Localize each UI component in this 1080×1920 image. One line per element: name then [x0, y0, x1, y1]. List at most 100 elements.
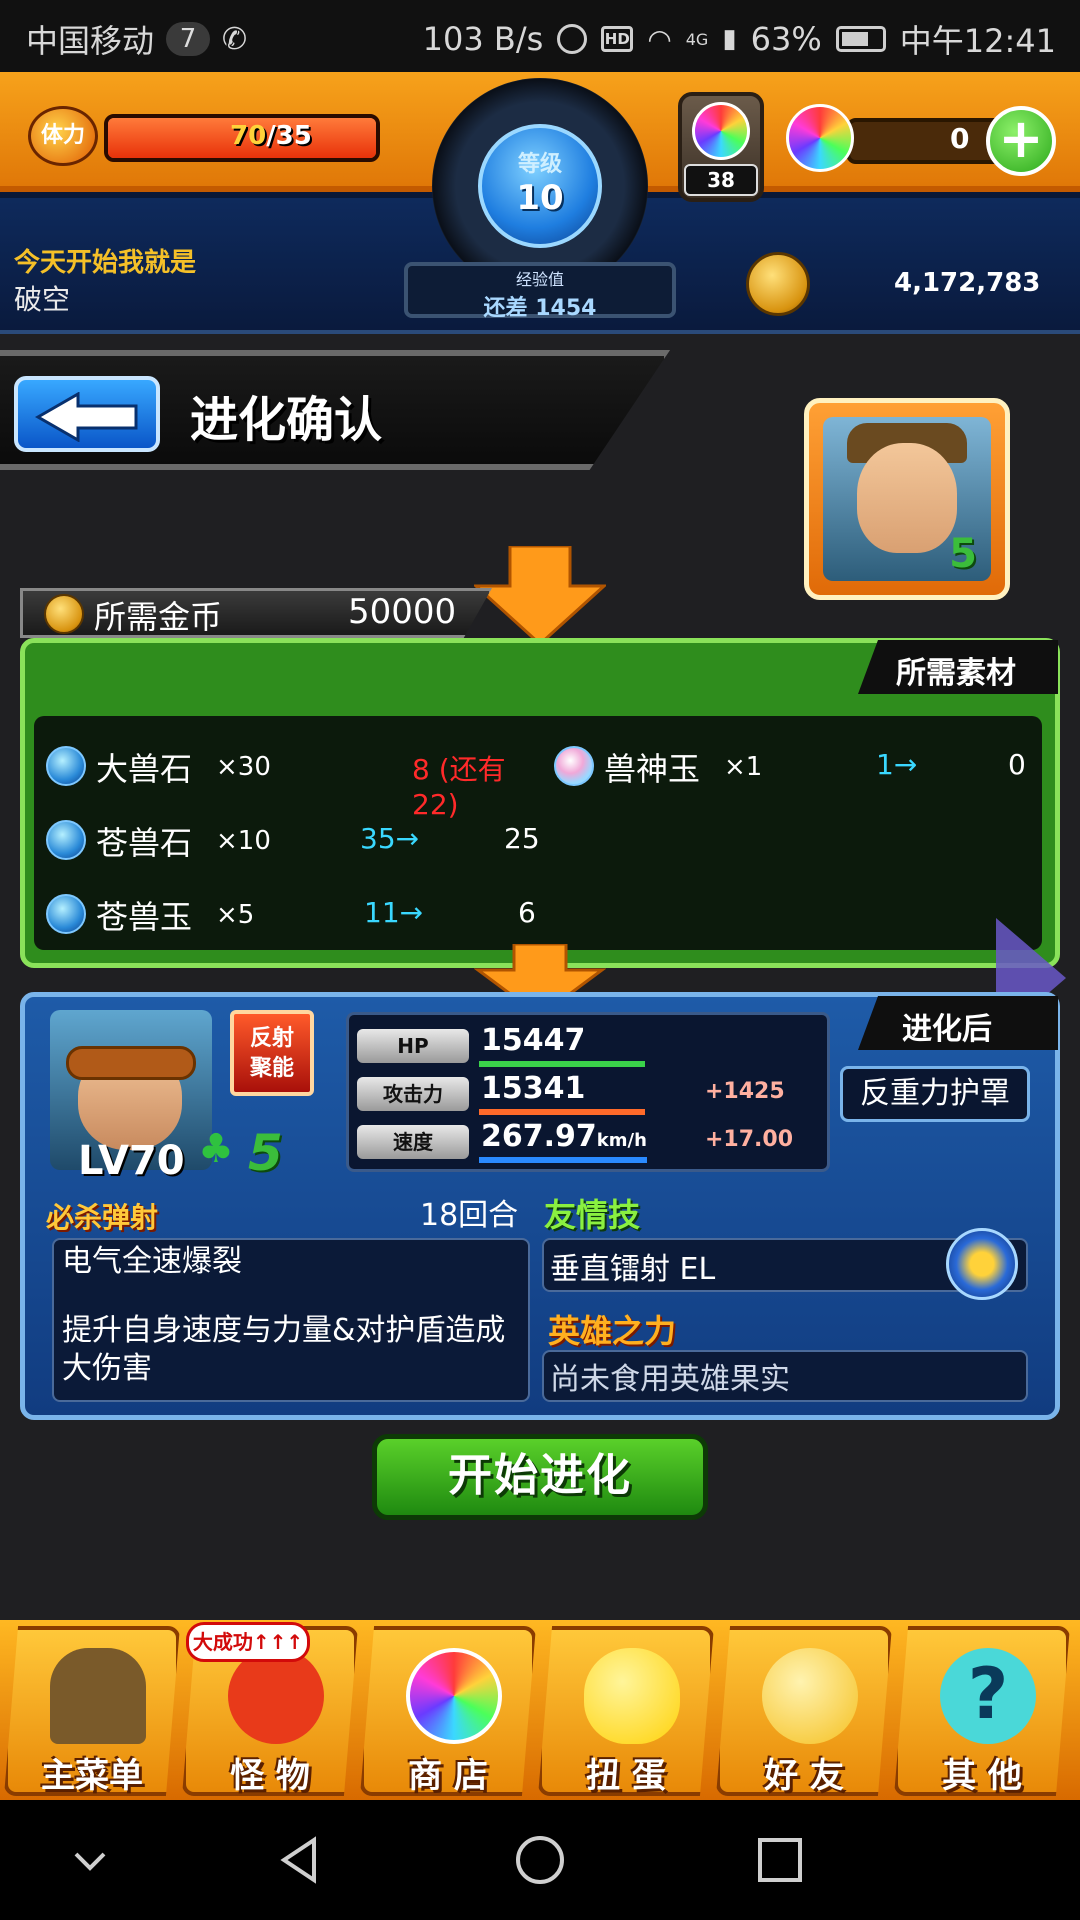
- stat-bonus: +17.00: [705, 1127, 794, 1152]
- clover-icon: ♣: [198, 1126, 234, 1172]
- gate-icon: [50, 1648, 146, 1744]
- battery-percent: 63%: [750, 20, 822, 58]
- back-arrow-icon: [34, 391, 138, 443]
- material-row[interactable]: 苍兽玉 ×5 11→ 6: [46, 882, 546, 942]
- back-triangle-icon[interactable]: [270, 1830, 330, 1890]
- coin-icon: [44, 594, 84, 634]
- material-mult: ×30: [216, 752, 271, 782]
- nav-friends[interactable]: 好 友: [716, 1626, 892, 1796]
- material-mult: ×5: [216, 900, 255, 930]
- stat-label: HP: [357, 1029, 469, 1063]
- monster-goggles: [66, 1046, 196, 1080]
- hero-power-title: 英雄之力: [548, 1312, 677, 1350]
- player-name: 破空: [14, 283, 71, 316]
- ability-line1: 反射: [249, 1026, 294, 1051]
- blue-stone-icon: [46, 820, 86, 860]
- material-mult: ×1: [724, 752, 763, 782]
- ability-name[interactable]: 反重力护罩: [840, 1066, 1030, 1122]
- material-have: 35→: [360, 822, 420, 855]
- ability-line2: 聚能: [249, 1056, 294, 1081]
- nav-other[interactable]: ? 其 他: [894, 1626, 1070, 1796]
- level-label: 等级: [517, 152, 562, 177]
- current-monster-portrait[interactable]: 5: [804, 398, 1010, 600]
- nav-gacha[interactable]: 扭 蛋: [538, 1626, 714, 1796]
- material-row[interactable]: 大兽石 ×30 8 (还有22): [46, 734, 546, 821]
- coin-amount: 4,172,783: [894, 268, 1041, 298]
- material-mult: ×10: [216, 826, 271, 856]
- stat-unit: km/h: [596, 1130, 647, 1151]
- question-icon: ?: [940, 1648, 1036, 1744]
- blue-orb-icon: [46, 894, 86, 934]
- portrait-stars: 5: [949, 531, 977, 577]
- materials-tag: 所需素材: [858, 640, 1058, 694]
- stamina-current: 70: [230, 121, 267, 151]
- nav-shop[interactable]: 商 店: [360, 1626, 536, 1796]
- add-orb-button[interactable]: +: [986, 106, 1056, 176]
- level-badge[interactable]: 等级 10: [478, 124, 602, 248]
- alarm-icon: [557, 24, 588, 54]
- status-left: 中国移动 7 ✆: [26, 16, 247, 62]
- nav-main-menu[interactable]: 主菜单: [4, 1626, 180, 1796]
- beast-stone-icon: [46, 746, 86, 786]
- god-orb-icon: [554, 746, 594, 786]
- required-coins-value: 50000: [348, 592, 457, 632]
- strike-shot-name: 电气全速爆裂: [62, 1244, 242, 1279]
- nav-label: 主菜单: [41, 1756, 143, 1796]
- status-bar: 中国移动 7 ✆ 103 B/s HD ◠ 4G ▮ 63% 中午12:41: [0, 0, 1080, 72]
- material-row[interactable]: 兽神玉 ×1 1→ 0: [554, 734, 1034, 794]
- stat-label: 攻击力: [357, 1077, 469, 1111]
- nav-label: 其 他: [942, 1756, 1022, 1796]
- down-arrow-icon: [474, 546, 606, 646]
- stamina-max: /35: [266, 121, 312, 151]
- recents-square-icon[interactable]: [750, 1830, 810, 1890]
- start-evolution-button[interactable]: 开始进化: [372, 1434, 708, 1520]
- stat-bar: [479, 1157, 647, 1163]
- strike-shot-turns: 18回合: [420, 1198, 519, 1233]
- orb-count: 0: [950, 122, 970, 155]
- gem-count: 38: [684, 164, 758, 196]
- player-title: 今天开始我就是: [14, 248, 197, 278]
- level-value: 10: [516, 178, 564, 218]
- nav-label: 商 店: [408, 1756, 488, 1796]
- system-nav-bar: [0, 1800, 1080, 1920]
- portrait-face: [857, 443, 957, 553]
- signal-icon: ▮: [722, 24, 737, 54]
- exp-box: 经验值 还差 1454: [404, 262, 676, 321]
- friendship-combo-title: 友情技: [544, 1196, 641, 1234]
- stat-value: 15341: [481, 1071, 586, 1106]
- monster-level: LV70: [78, 1138, 185, 1184]
- nav-label: 好 友: [764, 1756, 844, 1796]
- material-row[interactable]: 苍兽石 ×10 35→ 25: [46, 808, 546, 868]
- ability-badge[interactable]: 反射 聚能: [230, 1010, 314, 1096]
- required-coins-label: 所需金币: [94, 598, 223, 636]
- battery-icon: [835, 26, 886, 52]
- stat-row-speed: 速度 267.97km/h +17.00: [357, 1119, 827, 1163]
- notification-badge: 7: [166, 22, 211, 56]
- back-button[interactable]: [14, 376, 160, 452]
- rainbow-orb-icon: [406, 1648, 502, 1744]
- material-name: 苍兽石: [96, 824, 193, 862]
- promo-badge: 大成功↑↑↑: [186, 1622, 310, 1662]
- stat-row-attack: 攻击力 15341 +1425: [357, 1071, 827, 1115]
- materials-tag-label: 所需素材: [896, 656, 1016, 691]
- friendship-combo-name: 垂直镭射 EL: [550, 1252, 716, 1287]
- network-type: 4G: [685, 29, 709, 49]
- stat-bar: [479, 1061, 645, 1067]
- laser-icon: [946, 1228, 1018, 1300]
- page-title: 进化确认: [190, 392, 383, 448]
- orb-bar: [846, 118, 1006, 164]
- game-header: 体力 70/35 等级 10 经验值 还差 1454 38 0 + 今天开始我就…: [0, 72, 1080, 334]
- missed-call-icon: ✆: [222, 21, 248, 57]
- stat-row-hp: HP 15447: [357, 1023, 827, 1067]
- chevron-down-icon[interactable]: [60, 1830, 120, 1890]
- monster-icon: [228, 1648, 324, 1744]
- strike-shot-desc: 提升自身速度与力量&对护盾造成大伤害: [62, 1313, 506, 1386]
- orb-icon: [786, 104, 854, 172]
- hero-power-text: 尚未食用英雄果实: [550, 1362, 790, 1397]
- monster-stars: 5: [248, 1124, 283, 1182]
- material-name: 大兽石: [96, 750, 193, 788]
- material-have: 1→: [876, 748, 918, 781]
- home-circle-icon[interactable]: [510, 1830, 570, 1890]
- material-after: 0: [1008, 748, 1026, 781]
- stat-bar: [479, 1109, 645, 1115]
